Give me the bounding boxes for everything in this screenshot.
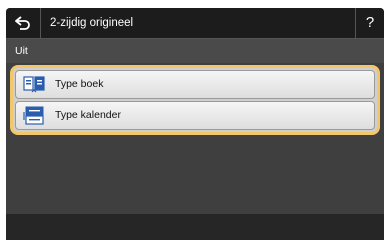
calendar-type-icon xyxy=(23,106,44,125)
help-button[interactable]: ? xyxy=(355,8,384,38)
page-title: 2-zijdig origineel xyxy=(50,17,134,29)
current-setting-value: Uit xyxy=(15,45,28,57)
options-group: Type boek Type kalender xyxy=(10,65,380,135)
touch-panel-screen: 2-zijdig origineel ? Uit Type boek Type … xyxy=(6,8,384,240)
option-calendar-type[interactable]: Type kalender xyxy=(15,101,375,130)
option-book-type[interactable]: Type boek xyxy=(15,70,375,99)
back-button[interactable] xyxy=(6,8,41,38)
back-arrow-icon xyxy=(15,16,30,30)
current-setting-row: Uit xyxy=(6,39,384,63)
option-label: Type boek xyxy=(55,78,104,90)
bottom-bar xyxy=(6,214,384,240)
option-label: Type kalender xyxy=(55,109,121,121)
book-type-icon xyxy=(23,76,45,93)
title-bar: 2-zijdig origineel ? xyxy=(6,8,384,39)
